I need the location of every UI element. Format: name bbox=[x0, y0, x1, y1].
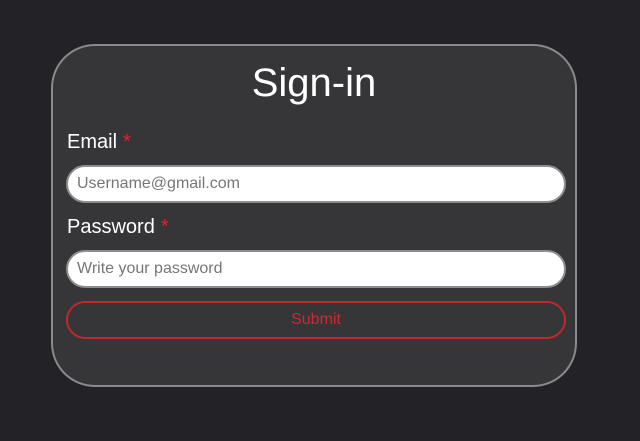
sign-in-card: Sign-in Email* Password* Submit bbox=[51, 44, 577, 387]
password-label-text: Password bbox=[67, 216, 155, 238]
password-field[interactable] bbox=[66, 250, 566, 288]
password-label: Password * bbox=[67, 215, 169, 239]
email-label: Email * bbox=[67, 130, 131, 154]
email-field[interactable] bbox=[66, 165, 566, 203]
email-required-mark: * bbox=[123, 131, 131, 153]
submit-button[interactable]: Submit bbox=[66, 301, 566, 339]
email-label-text: Email bbox=[67, 131, 118, 153]
password-required-mark: * bbox=[160, 216, 169, 238]
form-title: Sign-in bbox=[251, 61, 377, 105]
